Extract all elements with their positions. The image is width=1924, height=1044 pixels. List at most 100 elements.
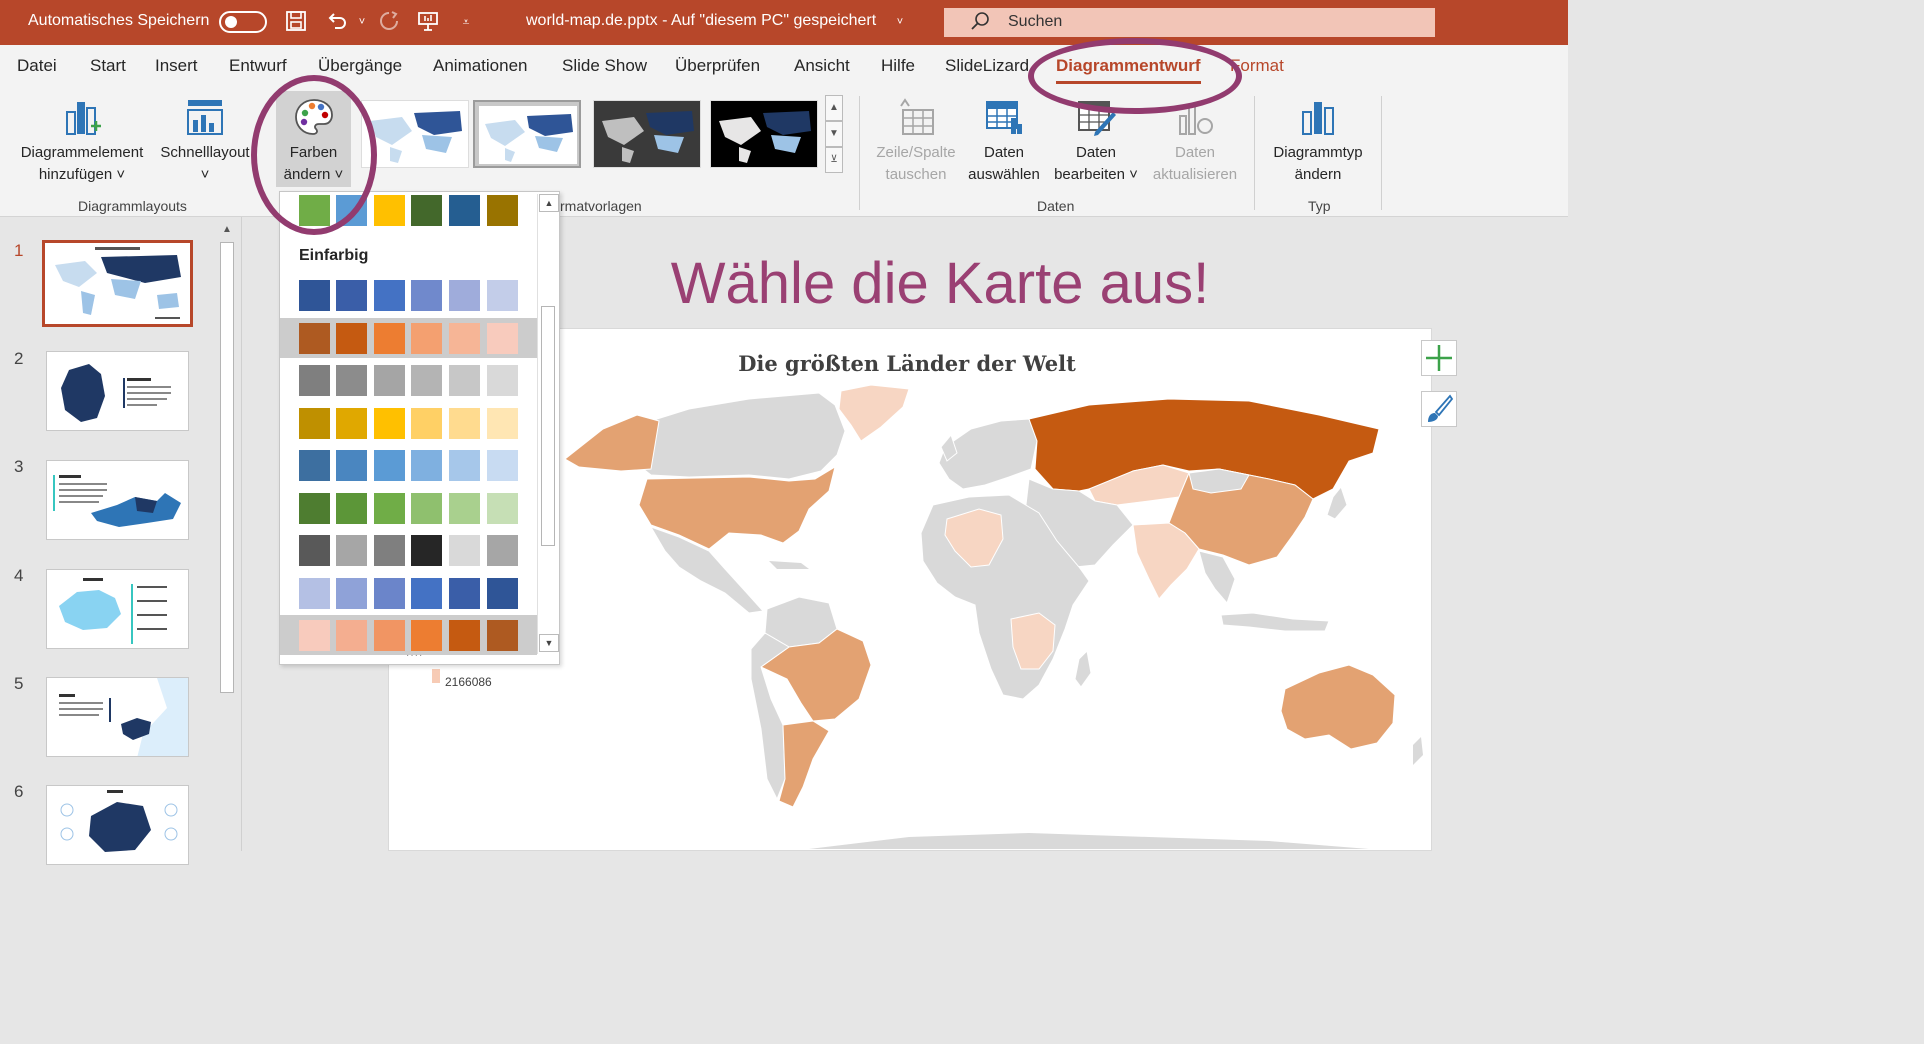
scroll-up-icon[interactable]: ▲: [217, 220, 237, 240]
chart-style-4[interactable]: [710, 100, 818, 168]
tab-animationen[interactable]: Animationen: [433, 56, 528, 76]
customize-toolbar-icon[interactable]: ⩡: [454, 10, 478, 34]
palette-row-monochrome-6[interactable]: [280, 488, 537, 528]
tab-diagrammentwurf[interactable]: Diagrammentwurf: [1056, 56, 1201, 84]
color-swatch: [374, 450, 405, 481]
quick-layout-label: Schnelllayout: [160, 144, 250, 161]
palette-row-monochrome-5[interactable]: [280, 445, 537, 485]
select-data-button[interactable]: Daten auswählen: [962, 96, 1046, 186]
menu-bar: Datei Start Insert Entwurf Übergänge Ani…: [0, 45, 1568, 88]
color-swatch: [374, 578, 405, 609]
gallery-scroll-down[interactable]: ▼: [825, 121, 843, 147]
file-dropdown-icon[interactable]: ˅: [888, 10, 912, 34]
quick-layout-button[interactable]: Schnelllayout ˅: [155, 96, 255, 186]
color-swatch: [487, 408, 518, 439]
tab-ueberpruefen[interactable]: Überprüfen: [675, 56, 760, 76]
redo-icon[interactable]: [377, 10, 401, 34]
color-swatch: [487, 323, 518, 354]
refresh-data-button[interactable]: Daten aktualisieren: [1146, 96, 1244, 186]
color-swatch: [411, 578, 442, 609]
tab-datei[interactable]: Datei: [17, 56, 57, 76]
palette-row-monochrome-3[interactable]: [280, 360, 537, 400]
color-swatch: [449, 195, 480, 226]
undo-icon[interactable]: [325, 10, 349, 34]
palette-row-monochrome-9[interactable]: [280, 615, 537, 655]
monochrome-heading: Einfarbig: [299, 247, 369, 264]
color-swatch: [449, 535, 480, 566]
tab-uebergaenge[interactable]: Übergänge: [318, 56, 402, 76]
dropdown-scroll-up-icon[interactable]: ▲: [539, 194, 559, 212]
tab-insert[interactable]: Insert: [155, 56, 198, 76]
change-chart-type-icon: [1302, 102, 1334, 135]
chart-style-1[interactable]: [361, 100, 469, 168]
palette-row-monochrome-1[interactable]: [280, 275, 537, 315]
tab-hilfe[interactable]: Hilfe: [881, 56, 915, 76]
edit-data-label-2: bearbeiten ˅: [1054, 166, 1138, 183]
color-swatch: [487, 450, 518, 481]
select-data-label-2: auswählen: [968, 166, 1040, 183]
chart-style-2[interactable]: [473, 100, 581, 168]
gallery-scroll-up[interactable]: ▲: [825, 95, 843, 121]
slide-title[interactable]: Wähle die Karte aus!: [560, 250, 1320, 317]
save-icon[interactable]: [284, 10, 308, 34]
palette-row-monochrome-2[interactable]: [280, 318, 537, 358]
color-swatch: [411, 195, 442, 226]
select-data-label-1: Daten: [983, 144, 1025, 161]
slide-thumbnail-5[interactable]: [46, 677, 189, 757]
palette-row-monochrome-8[interactable]: [280, 573, 537, 613]
color-swatch: [487, 493, 518, 524]
edit-data-icon: [1078, 101, 1116, 136]
dropdown-scroll-down-icon[interactable]: ▼: [539, 634, 559, 652]
slide-thumbnail-2[interactable]: [46, 351, 189, 431]
thumbnail-scrollbar[interactable]: ▲: [217, 220, 237, 693]
slide-thumbnail-3[interactable]: [46, 460, 189, 540]
thumb-number: 2: [14, 349, 24, 368]
palette-row-monochrome-7[interactable]: [280, 530, 537, 570]
legend-value: 2166086: [445, 675, 492, 689]
color-swatch: [449, 323, 480, 354]
scroll-thumb[interactable]: [220, 242, 234, 693]
chart-style-3[interactable]: [593, 100, 701, 168]
chart-elements-button[interactable]: [1421, 340, 1457, 376]
change-colors-dropdown: Einfarbig ▲ ▼ ····: [279, 191, 560, 665]
tab-ansicht[interactable]: Ansicht: [794, 56, 850, 76]
color-swatch: [411, 493, 442, 524]
palette-row-monochrome-4[interactable]: [280, 403, 537, 443]
tab-format[interactable]: Format: [1230, 56, 1284, 76]
search-box[interactable]: Suchen: [944, 8, 1435, 37]
presenter-icon[interactable]: [416, 10, 440, 34]
chart-styles-button[interactable]: [1421, 391, 1457, 427]
dropdown-scrollbar[interactable]: ▲ ▼: [537, 194, 559, 654]
color-swatch: [336, 620, 367, 651]
color-swatch: [374, 493, 405, 524]
undo-dropdown-icon[interactable]: ˅: [350, 10, 374, 34]
resize-grip-icon[interactable]: ····: [406, 650, 423, 661]
add-chart-element-label-1: Diagrammelement: [20, 144, 144, 161]
add-chart-element-button[interactable]: Diagrammelement hinzufügen ˅: [12, 96, 152, 186]
thumb-number: 6: [14, 782, 24, 801]
tab-start[interactable]: Start: [90, 56, 126, 76]
palette-row-colorful[interactable]: [280, 190, 537, 230]
group-chart-styles-label: rmatvorlagen: [560, 198, 642, 214]
tab-slide-show[interactable]: Slide Show: [562, 56, 647, 76]
tab-slidelizard[interactable]: SlideLizard: [945, 56, 1029, 76]
slide-thumbnail-6[interactable]: [46, 785, 189, 865]
edit-data-button[interactable]: Daten bearbeiten ˅: [1048, 96, 1144, 186]
gallery-expand[interactable]: ⊻: [825, 147, 843, 173]
brush-icon: [1428, 394, 1454, 422]
change-colors-button[interactable]: Farben ändern ˅: [276, 96, 351, 186]
change-chart-type-button[interactable]: Diagrammtyp ändern: [1262, 96, 1374, 186]
color-swatch: [374, 365, 405, 396]
color-swatch: [411, 280, 442, 311]
slide-thumbnail-1[interactable]: [42, 240, 193, 327]
slide-thumbnail-4[interactable]: [46, 569, 189, 649]
dropdown-scroll-thumb[interactable]: [541, 306, 555, 546]
title-bar: Automatisches Speichern ˅ ⩡ world-map.de…: [0, 0, 1568, 45]
color-swatch: [374, 280, 405, 311]
tab-entwurf[interactable]: Entwurf: [229, 56, 287, 76]
switch-row-column-button[interactable]: Zeile/Spalte tauschen: [868, 96, 964, 186]
autosave-toggle[interactable]: [219, 11, 267, 33]
color-swatch: [449, 408, 480, 439]
color-swatch: [487, 365, 518, 396]
color-swatch: [299, 578, 330, 609]
